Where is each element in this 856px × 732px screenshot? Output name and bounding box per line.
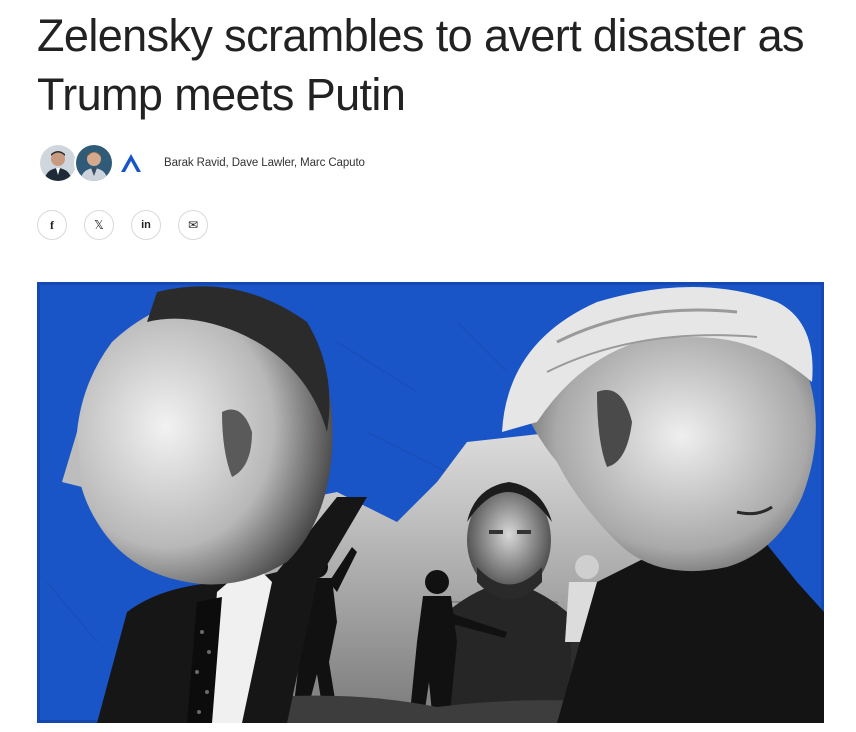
email-icon: ✉ [187, 218, 199, 232]
axios-logo-icon[interactable] [116, 148, 146, 178]
email-share-button[interactable]: ✉ [178, 210, 208, 240]
linkedin-icon: in [141, 218, 151, 231]
article-headline: Zelensky scrambles to avert disaster as … [37, 10, 805, 120]
facebook-share-button[interactable]: f [37, 210, 67, 240]
facebook-icon: f [50, 218, 54, 232]
linkedin-share-button[interactable]: in [131, 210, 161, 240]
author-names[interactable]: Barak Ravid, Dave Lawler, Marc Caputo [164, 157, 365, 169]
author-avatar-2[interactable] [74, 143, 114, 183]
x-icon: 𝕏 [94, 218, 104, 232]
author-avatar-1[interactable] [38, 143, 78, 183]
share-bar: f 𝕏 in ✉ [37, 210, 208, 240]
article-page: Zelensky scrambles to avert disaster as … [0, 0, 856, 732]
x-share-button[interactable]: 𝕏 [84, 210, 114, 240]
hero-image [37, 282, 824, 723]
byline: Barak Ravid, Dave Lawler, Marc Caputo [38, 142, 365, 184]
